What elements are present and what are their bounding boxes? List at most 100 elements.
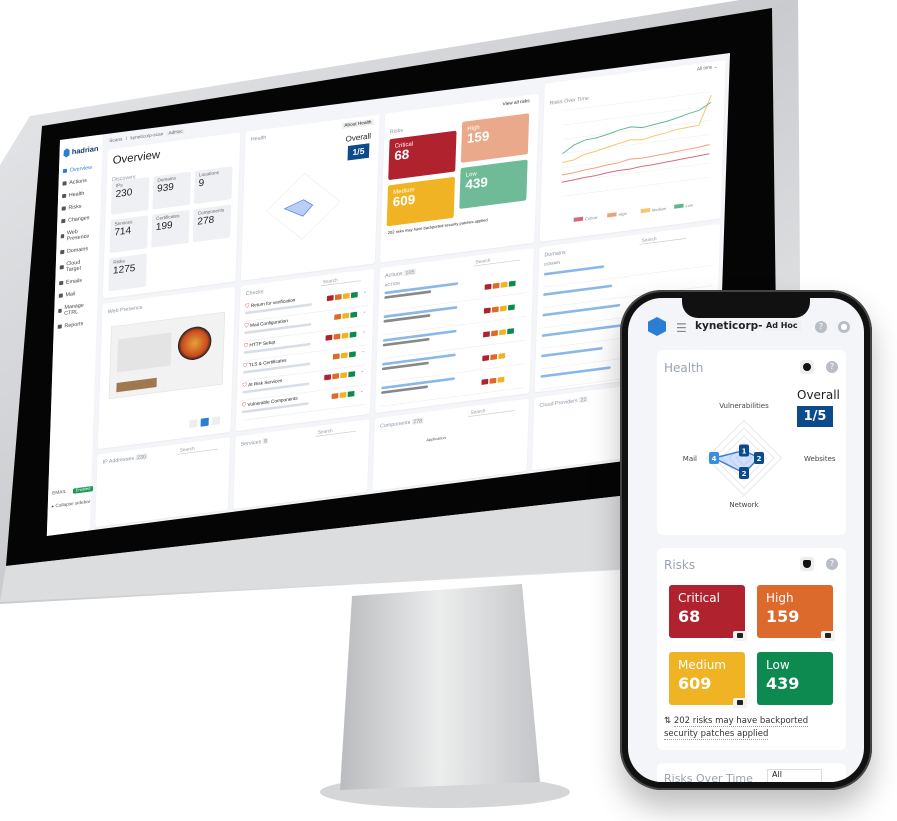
breadcrumb-scan[interactable]: kyneticorp-scan [130,132,163,141]
domain-link[interactable] [543,284,613,297]
overview-card: Overview Discovery IPs 230 Domains 939 Locat… [102,132,241,299]
chevron-down-icon[interactable]: ⌄ [362,309,366,314]
risk-chip [489,377,497,384]
component-type: Application [426,436,446,443]
prev-page[interactable] [189,419,198,429]
risk-chip [508,280,516,287]
chevron-down-icon[interactable]: ⌄ [362,328,366,334]
checks-search-input[interactable]: Search [320,274,362,287]
risk-tile-medium[interactable]: Medium 609 [669,652,747,708]
chevron-down-icon[interactable]: ⌄ [363,289,367,294]
tile-value: 230 [115,186,133,200]
risks-chart: Critical High Medium Low [561,91,712,222]
actions-search-input[interactable]: Search [473,253,521,267]
domains-search-input[interactable]: Search [639,232,687,245]
series-line-high [561,143,710,176]
components-search-input[interactable]: Search [468,404,516,417]
discovery-tile-risks[interactable]: Risks 1275 [108,253,147,292]
risk-tile-low[interactable]: Low 439 [459,159,528,210]
risk-chips [326,291,359,303]
range-select[interactable]: All [767,769,822,782]
chevron-down-icon[interactable]: ⌄ [360,368,364,374]
nav-icon [59,265,64,270]
ip-addresses-card: IP Addresses 230 Search [95,437,231,528]
discovery-tile-certificates[interactable]: Certificates 199 [151,209,190,248]
radar-point-value: 2 [757,455,762,463]
risk-tile-low[interactable]: Low 439 [757,652,833,705]
nav-label: Actions [69,177,87,186]
risk-tile-high[interactable]: High 159 [757,585,835,641]
gridline [562,134,710,154]
risk-chip [326,295,334,302]
radar-point-value: 4 [712,455,717,463]
breadcrumb-scans[interactable]: Scans [109,137,122,143]
shield-icon [803,560,811,568]
health-card: Health ? Overall 1/5 1 Vulnerabilities 2 We… [657,350,846,535]
comment-icon[interactable] [733,698,747,708]
hamburger-menu-icon[interactable]: ☰ [676,321,687,335]
nav-label: Changes [67,214,90,224]
risk-tile-critical[interactable]: Critical 68 [669,585,747,641]
legend-label: High [618,211,626,217]
risk-chip [350,311,358,318]
risk-tile-medium[interactable]: Medium 609 [386,176,456,227]
help-icon[interactable]: ? [815,321,827,333]
radar-axis-label: Network [729,501,759,509]
page-1[interactable] [200,417,209,427]
cloud-title: Cloud Providers [539,397,578,409]
tile-value: 68 [678,607,701,626]
risk-chip [350,291,358,299]
risk-chip [340,372,348,379]
comment-icon[interactable] [733,631,747,641]
radar-point-value: 1 [742,448,747,456]
risk-tile-critical[interactable]: Critical 68 [388,130,457,181]
hexagon-logo-icon[interactable] [648,317,666,336]
tile-value: 939 [156,181,175,195]
next-page[interactable] [211,416,221,426]
backport-text: 202 risks may have backported security p… [664,716,809,740]
domain-link[interactable] [541,346,603,358]
view-all-risks-button[interactable]: View all risks [503,99,530,107]
range-value: All time [696,65,713,72]
nav-icon [62,168,68,173]
risk-chip [348,371,356,378]
web-presence-card: Web Presence [97,286,236,450]
discovery-tile-locations[interactable]: Locations 9 [193,166,233,205]
radar-axis-label: Mail [683,455,697,463]
hexagon-logo-icon [63,148,70,158]
risk-chip [481,378,489,385]
stand [340,584,540,790]
risk-chip [339,391,347,399]
discovery-tile-services[interactable]: Services 714 [109,215,149,254]
discovery-tile-components[interactable]: Components 278 [192,204,232,243]
chevron-down-icon[interactable]: ⌄ [360,388,364,393]
risk-chips [332,350,357,361]
risk-chips [482,352,506,363]
tile-value: 714 [114,224,132,239]
help-icon[interactable]: ? [826,558,838,570]
discovery-tile-ips[interactable]: IPs 230 [110,177,150,215]
radar-axis-label: Vulnerabilities [719,402,769,410]
range-select[interactable]: All time ⌄ [696,64,718,72]
risk-chips [483,304,516,316]
shield-button[interactable] [800,557,814,571]
legend-swatch-low [674,203,684,209]
tile-value: 159 [766,607,800,626]
comment-icon[interactable] [821,631,835,641]
chevron-down-icon[interactable]: ⌄ [361,348,365,354]
nav-icon [60,234,65,239]
health-radar: 1 Vulnerabilities 2 Websites 2 Network 4 Mail [683,402,836,509]
risk-tile-high[interactable]: High 159 [460,113,530,163]
backport-note[interactable]: ⇅ 202 risks may have backported security… [664,715,836,741]
domain-link[interactable] [543,265,605,276]
risks-over-time-card: Risks Over Time All time ⌄ Critical High M… [539,60,726,243]
services-search-input[interactable]: Search [315,424,357,437]
website-screenshot[interactable] [108,311,226,400]
nav-label: Mail [65,290,76,298]
user-account-icon[interactable]: ● [838,321,850,333]
collapse-sidebar-button[interactable]: ▸ Collapse sidebar [52,498,93,509]
discovery-tile-domains[interactable]: Domains 939 [152,171,192,210]
tile-value: 439 [766,674,800,693]
ip-search-input[interactable]: Search [177,442,219,455]
risk-chips [484,280,517,292]
